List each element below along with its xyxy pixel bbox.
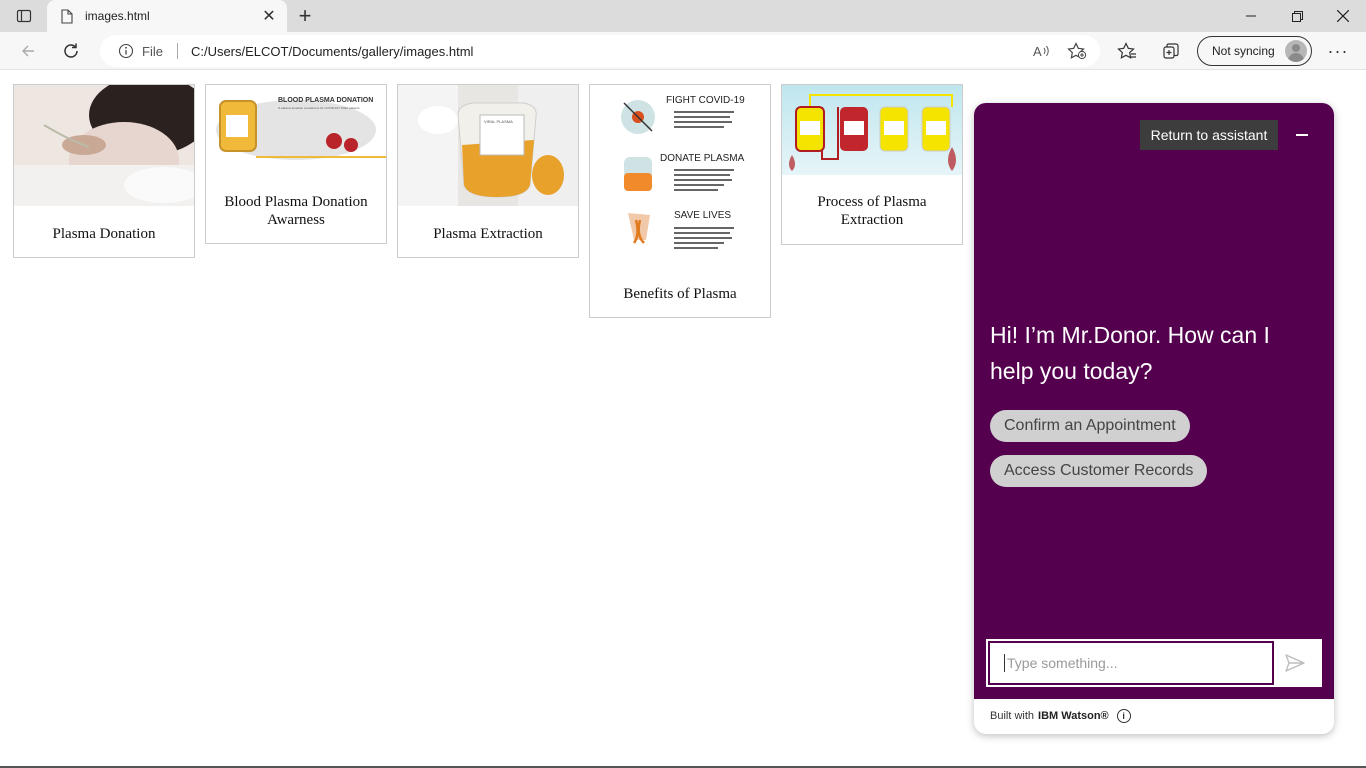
close-tab-icon[interactable]: ✕ <box>257 4 281 28</box>
gallery-caption: Benefits of Plasma <box>623 286 737 302</box>
info-icon[interactable]: i <box>1116 709 1131 723</box>
awareness-poster-title: BLOOD PLASMA DONATION <box>278 97 374 104</box>
page-icon <box>59 8 75 24</box>
restore-window-icon[interactable] <box>1274 0 1320 32</box>
add-favorite-icon[interactable] <box>1064 38 1090 64</box>
more-menu-icon[interactable]: ··· <box>1324 37 1352 65</box>
gallery-card-awareness[interactable]: BLOOD PLASMA DONATION Is plasma donation… <box>205 84 387 244</box>
tab-title: images.html <box>85 9 150 23</box>
message-composer: Type something... <box>986 639 1322 687</box>
tab-strip: images.html ✕ + <box>0 0 1366 32</box>
plasma-bag-label: VIRAL PLASMA <box>484 119 513 124</box>
footer-brand: IBM Watson® <box>1038 710 1109 722</box>
plasma-donation-photo <box>14 85 194 206</box>
site-info-icon[interactable] <box>118 43 134 59</box>
svg-text:A: A <box>1033 44 1042 59</box>
browser-tab[interactable]: images.html ✕ <box>47 0 287 32</box>
assistant-footer: Built with IBM Watson® i <box>990 709 1131 723</box>
address-bar[interactable]: File C:/Users/ELCOT/Documents/gallery/im… <box>100 35 1100 67</box>
back-icon[interactable] <box>14 37 42 65</box>
text-caret <box>1004 654 1005 672</box>
awareness-poster-subtitle: Is plasma donation a treatment for COVID… <box>278 106 360 110</box>
avatar-icon <box>1285 40 1307 62</box>
collections-icon[interactable] <box>1157 37 1185 65</box>
favorites-icon[interactable] <box>1113 37 1141 65</box>
gallery-caption: Process of Plasma Extraction <box>817 194 927 228</box>
gallery-caption: Plasma Donation <box>52 226 156 242</box>
url-text[interactable]: C:/Users/ELCOT/Documents/gallery/images.… <box>191 44 1028 59</box>
send-icon[interactable] <box>1282 651 1308 675</box>
profile-sync-button[interactable]: Not syncing <box>1197 36 1312 66</box>
option-access-records[interactable]: Access Customer Records <box>990 455 1208 487</box>
benefits-line-2: DONATE PLASMA <box>660 153 745 164</box>
refresh-icon[interactable] <box>57 37 85 65</box>
minimize-panel-icon[interactable] <box>1290 123 1314 147</box>
read-aloud-icon[interactable]: A <box>1028 38 1054 64</box>
message-placeholder: Type something... <box>1007 655 1118 671</box>
address-separator <box>176 43 178 59</box>
gallery-card-benefits[interactable]: FIGHT COVID-19 DONATE PLASMA SAVE LIVES … <box>589 84 771 318</box>
assistant-body: Return to assistant Hi! I’m Mr.Donor. Ho… <box>974 103 1334 699</box>
minimize-window-icon[interactable] <box>1228 0 1274 32</box>
sync-label: Not syncing <box>1212 44 1275 58</box>
awareness-poster: BLOOD PLASMA DONATION Is plasma donation… <box>206 85 386 173</box>
gallery-caption: Blood Plasma Donation Awarness <box>224 194 368 228</box>
return-to-assistant-button[interactable]: Return to assistant <box>1140 120 1278 150</box>
gallery-caption: Plasma Extraction <box>433 226 543 242</box>
close-window-icon[interactable] <box>1320 0 1366 32</box>
tab-actions-icon[interactable] <box>10 4 38 28</box>
gallery-card-plasma-donation[interactable]: Plasma Donation <box>13 84 195 258</box>
process-illustration <box>782 85 962 175</box>
assistant-panel: Return to assistant Hi! I’m Mr.Donor. Ho… <box>974 103 1334 734</box>
plasma-bag-photo: VIRAL PLASMA <box>398 85 578 206</box>
option-confirm-appointment[interactable]: Confirm an Appointment <box>990 410 1190 442</box>
benefits-line-3: SAVE LIVES <box>674 210 732 221</box>
benefits-poster: FIGHT COVID-19 DONATE PLASMA SAVE LIVES <box>590 85 770 265</box>
gallery-card-process[interactable]: Process of Plasma Extraction <box>781 84 963 245</box>
benefits-line-1: FIGHT COVID-19 <box>666 95 745 106</box>
message-input[interactable]: Type something... <box>988 641 1274 685</box>
address-scheme-label: File <box>142 43 163 59</box>
footer-prefix: Built with <box>990 710 1035 722</box>
gallery-card-extraction[interactable]: VIRAL PLASMA Plasma Extraction <box>397 84 579 258</box>
assistant-greeting: Hi! I’m Mr.Donor. How can I help you tod… <box>990 322 1270 384</box>
browser-toolbar: File C:/Users/ELCOT/Documents/gallery/im… <box>0 32 1366 70</box>
new-tab-icon[interactable]: + <box>292 3 318 28</box>
